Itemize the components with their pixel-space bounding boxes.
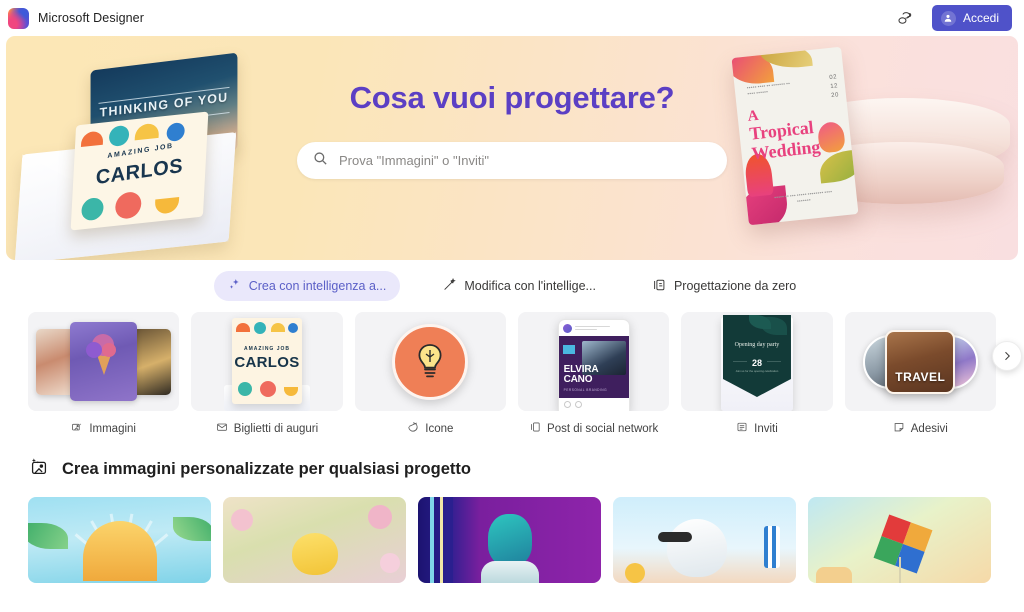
category-thumb[interactable] <box>354 312 506 411</box>
category-card-inviti[interactable]: Opening day party 28 Join us for the ope… <box>681 312 833 436</box>
tab-edit-with-ai[interactable]: Modifica con l'intellige... <box>428 271 610 301</box>
category-thumb[interactable]: ELVIRA CANO PERSONAL BRANDING <box>517 312 670 411</box>
gallery-item[interactable] <box>613 497 796 583</box>
images-icon <box>71 421 83 436</box>
travel-sticker-word: TRAVEL <box>895 369 946 384</box>
travel-sticker-art: TRAVEL <box>885 329 956 394</box>
app-header: Microsoft Designer Accedi <box>0 0 1024 36</box>
social-post-name: ELVIRA CANO <box>563 364 599 385</box>
app-title: Microsoft Designer <box>38 11 144 25</box>
tab-design-from-scratch[interactable]: Progettazione da zero <box>638 271 810 301</box>
invite-icon <box>736 421 748 436</box>
invite-title: Opening day party <box>734 342 780 349</box>
category-card-social[interactable]: ELVIRA CANO PERSONAL BRANDING Post di so… <box>517 312 670 436</box>
social-post-sub: PERSONAL BRANDING <box>563 388 608 392</box>
design-blank-icon <box>652 278 666 295</box>
invite-footer: Join us for the opening celebration <box>735 369 779 374</box>
tab-label: Modifica con l'intellige... <box>464 279 596 293</box>
greeting-card-kicker: AMAZING JOB <box>243 345 290 352</box>
category-card-biglietti[interactable]: AMAZING JOB CARLOS Biglietti di auguri <box>191 312 343 436</box>
tab-label: Crea con intelligenza a... <box>248 279 387 293</box>
category-thumb[interactable]: Opening day party 28 Join us for the ope… <box>681 312 833 411</box>
sticker-icon <box>407 421 419 436</box>
tab-create-with-ai[interactable]: Crea con intelligenza a... <box>213 271 401 301</box>
envelope-icon <box>216 421 228 436</box>
search-input[interactable] <box>339 153 711 168</box>
category-thumb[interactable] <box>28 312 180 411</box>
gallery-item[interactable] <box>808 497 991 583</box>
gallery-item[interactable] <box>418 497 601 583</box>
magic-wand-icon <box>442 277 457 295</box>
hero-content: Cosa vuoi progettare? <box>6 80 1018 179</box>
custom-images-section-header: Crea immagini personalizzate per qualsia… <box>0 436 1024 497</box>
category-label-wrap: Adesivi <box>845 411 996 436</box>
category-card-icone[interactable]: Icone <box>354 312 506 436</box>
category-thumb[interactable]: TRAVEL <box>844 312 996 411</box>
invite-number: 28 <box>751 357 762 368</box>
person-circle-icon <box>940 10 956 26</box>
category-label: Biglietti di auguri <box>233 422 319 435</box>
sparkle-icon <box>228 278 241 294</box>
adesivi-icon <box>893 421 905 436</box>
image-gallery <box>0 497 1024 583</box>
search-bar[interactable] <box>297 142 727 179</box>
hero-banner: THINKING OF YOU AMAZING JOB CARLOS ●●●●●… <box>6 36 1018 260</box>
category-label: Immagini <box>89 422 136 435</box>
designer-logo-icon <box>8 7 29 29</box>
phone-mockup-art: ELVIRA CANO PERSONAL BRANDING <box>557 319 630 411</box>
category-thumb[interactable]: AMAZING JOB CARLOS <box>191 312 343 411</box>
carousel-next-button[interactable] <box>992 341 1022 371</box>
tab-label: Progettazione da zero <box>673 279 797 293</box>
category-card-adesivi[interactable]: TRAVEL Adesivi <box>844 312 996 436</box>
section-title: Crea immagini personalizzate per qualsia… <box>62 460 471 478</box>
lightbulb-sticker-art <box>392 323 469 400</box>
category-label: Inviti <box>754 422 778 435</box>
gallery-item[interactable] <box>223 497 406 583</box>
sparkle-image-icon <box>28 456 50 483</box>
feedback-chat-icon[interactable] <box>892 5 918 31</box>
header-actions: Accedi <box>892 5 1012 31</box>
brand: Microsoft Designer <box>8 7 144 29</box>
gallery-item[interactable] <box>28 497 211 583</box>
page-title: Cosa vuoi progettare? <box>349 80 675 115</box>
category-label: Adesivi <box>910 422 948 435</box>
kite-art <box>873 514 933 574</box>
greeting-card-art: AMAZING JOB CARLOS <box>231 318 302 404</box>
mode-tabs: Crea con intelligenza a... Modifica con … <box>0 260 1024 312</box>
category-label: Icone <box>425 422 454 435</box>
signin-button[interactable]: Accedi <box>931 5 1012 31</box>
category-label-wrap: Icone <box>355 411 506 436</box>
image-stack-art <box>28 312 179 411</box>
signin-label: Accedi <box>962 11 999 25</box>
greeting-card-name: CARLOS <box>234 354 300 372</box>
category-label: Post di social network <box>547 422 659 435</box>
category-label-wrap: Post di social network <box>518 411 669 436</box>
category-carousel: Immagini AMAZING JOB CARLOS Biglietti di… <box>0 312 1024 436</box>
category-label-wrap: Biglietti di auguri <box>191 411 342 436</box>
search-icon <box>313 151 328 171</box>
category-label-wrap: Immagini <box>28 411 179 436</box>
social-post-icon <box>529 421 541 436</box>
category-card-immagini[interactable]: Immagini <box>28 312 180 436</box>
category-label-wrap: Inviti <box>681 411 832 436</box>
